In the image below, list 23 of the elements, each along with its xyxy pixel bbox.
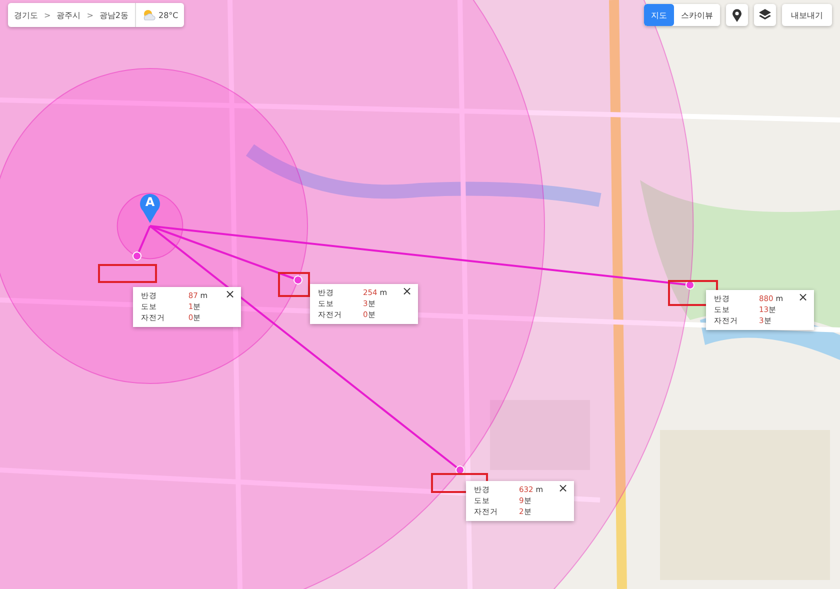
close-button[interactable]: × [400,285,414,297]
close-button[interactable]: × [796,291,810,303]
destination-dot [132,252,142,260]
highlight-frame [278,272,310,297]
partly-cloudy-icon [142,9,156,21]
view-tab[interactable]: 스카이뷰 [674,4,720,26]
layers-icon [759,9,771,21]
location-pin-button[interactable] [726,4,748,26]
highlight-frame [98,264,157,283]
breadcrumb-item[interactable]: 경기도 [14,10,38,20]
separator: > [86,10,94,20]
location-pin-icon [732,8,742,22]
close-button[interactable]: × [556,482,570,494]
breadcrumb-item[interactable]: 광주시 [56,10,81,20]
map-pin: A [139,193,161,223]
destination-dot [294,276,302,284]
breadcrumb-item[interactable]: 광남2동 [99,10,128,20]
export-button[interactable]: 내보내기 [782,4,832,26]
temperature: 28°C [158,10,178,20]
layers-button[interactable] [754,4,776,26]
separator: > [44,10,51,20]
close-button[interactable]: × [222,288,237,300]
view-tab[interactable]: 지도 [644,4,674,26]
